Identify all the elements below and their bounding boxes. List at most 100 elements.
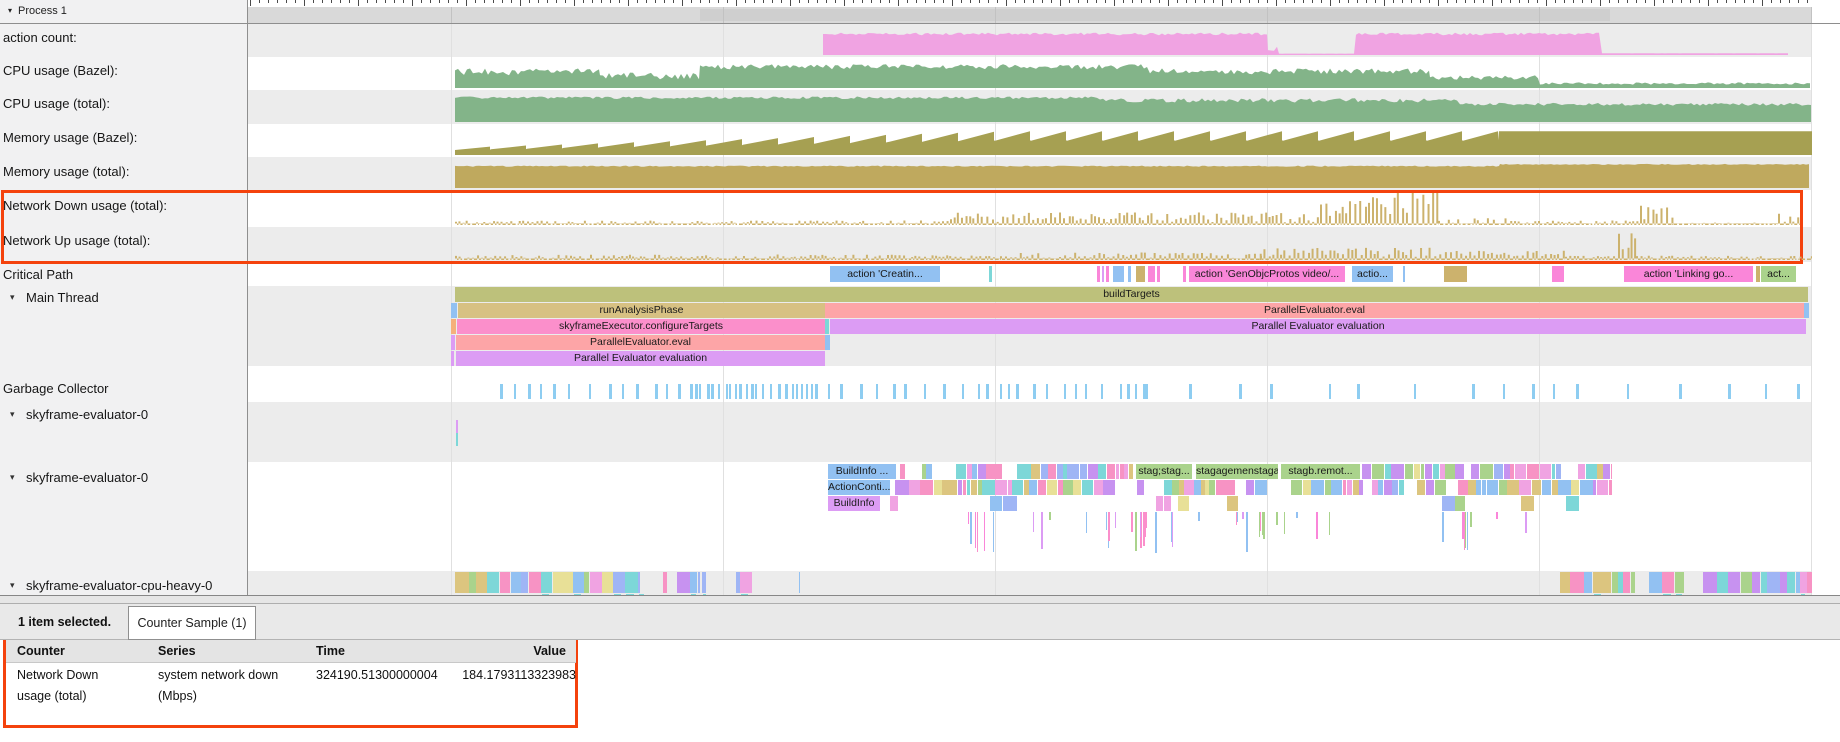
slice[interactable] (1106, 266, 1109, 282)
gc-tick[interactable] (690, 384, 693, 399)
slice[interactable] (1088, 480, 1093, 495)
tab-counter-sample[interactable]: Counter Sample (1) (128, 606, 256, 640)
slice[interactable] (1552, 464, 1555, 479)
slice[interactable] (1405, 464, 1410, 479)
slice[interactable] (1741, 572, 1752, 593)
slice[interactable] (1717, 572, 1727, 593)
slice[interactable] (451, 335, 455, 350)
gc-tick[interactable] (1679, 384, 1682, 399)
slice[interactable] (1804, 303, 1809, 318)
slice[interactable] (890, 496, 898, 511)
gc-tick[interactable] (1414, 384, 1417, 399)
slice[interactable] (1515, 464, 1527, 479)
slice[interactable] (1444, 266, 1467, 282)
gc-tick[interactable] (860, 384, 863, 399)
slice[interactable] (1580, 480, 1593, 495)
slice-parallelevaluator-eval[interactable]: ParallelEvaluator.eval (825, 303, 1804, 318)
slice[interactable] (476, 572, 487, 593)
slice[interactable] (956, 464, 966, 479)
slice[interactable] (1519, 480, 1531, 495)
table-cell-series[interactable]: system network down (Mbps) (158, 665, 292, 707)
gc-tick[interactable] (1127, 384, 1130, 399)
slice[interactable] (1303, 480, 1311, 495)
gc-tick[interactable] (622, 384, 625, 399)
slice[interactable] (469, 572, 476, 593)
slice[interactable] (825, 335, 830, 350)
gc-tick[interactable] (1145, 384, 1148, 399)
slice[interactable] (1179, 480, 1184, 495)
slice-buildinfo[interactable]: BuildInfo (828, 496, 880, 511)
slice-action-creatin[interactable]: action 'Creatin... (830, 266, 940, 282)
slice[interactable] (1359, 480, 1363, 495)
collapse-arrow-icon[interactable]: ▾ (8, 6, 12, 15)
slice[interactable] (1136, 266, 1145, 282)
slice[interactable] (1372, 480, 1377, 495)
slice[interactable] (963, 480, 967, 495)
slice[interactable] (1787, 572, 1795, 593)
gc-tick[interactable] (1033, 384, 1036, 399)
slice[interactable] (1521, 496, 1534, 511)
slice[interactable] (451, 351, 454, 366)
slice[interactable] (560, 572, 572, 593)
slice[interactable] (1403, 266, 1405, 282)
slice[interactable] (573, 572, 584, 593)
slice-action-genobjcprotos-video[interactable]: action 'GenObjcProtos video/... (1189, 266, 1345, 282)
gc-tick[interactable] (1008, 384, 1011, 399)
slice[interactable] (511, 572, 521, 593)
chart-cpu-bazel[interactable] (247, 60, 1812, 88)
gc-tick[interactable] (1503, 384, 1506, 399)
slice[interactable] (1017, 464, 1031, 479)
gc-tick[interactable] (666, 384, 669, 399)
slice[interactable] (978, 464, 986, 479)
slice[interactable] (1343, 480, 1347, 495)
slice[interactable] (1504, 464, 1510, 479)
slice[interactable] (971, 480, 977, 495)
gc-tick[interactable] (792, 384, 795, 399)
gc-tick[interactable] (707, 384, 710, 399)
slice[interactable] (1008, 480, 1012, 495)
gc-tick[interactable] (785, 384, 788, 399)
slice[interactable] (1384, 480, 1392, 495)
gc-tick[interactable] (801, 384, 804, 399)
slice-stag-stag[interactable]: stag;stag... (1136, 464, 1192, 479)
gc-tick[interactable] (1532, 384, 1535, 399)
gc-tick[interactable] (840, 384, 843, 399)
slice[interactable] (1103, 480, 1115, 495)
slice[interactable] (1156, 496, 1164, 511)
slice[interactable] (1047, 480, 1057, 495)
slice[interactable] (1164, 496, 1171, 511)
slice[interactable] (1003, 496, 1017, 511)
chart-mem-bazel[interactable] (247, 127, 1812, 155)
slice[interactable] (1067, 464, 1079, 479)
slice-actionconti[interactable]: ActionConti... (828, 480, 890, 495)
slice[interactable] (926, 464, 932, 479)
slice[interactable] (1780, 572, 1786, 593)
gc-tick[interactable] (943, 384, 946, 399)
slice[interactable] (1552, 480, 1558, 495)
slice[interactable] (1331, 480, 1342, 495)
slice[interactable] (1752, 572, 1760, 593)
slice[interactable] (698, 572, 700, 593)
slice[interactable] (1184, 480, 1193, 495)
slice[interactable] (1164, 480, 1171, 495)
gc-tick[interactable] (815, 384, 818, 399)
table-cell-counter[interactable]: Network Down usage (total) (17, 665, 135, 707)
slice[interactable] (1631, 572, 1635, 593)
slice[interactable] (625, 572, 637, 593)
gc-tick[interactable] (729, 384, 732, 399)
gc-tick[interactable] (746, 384, 749, 399)
slice[interactable] (986, 464, 996, 479)
gc-tick[interactable] (806, 384, 809, 399)
gc-tick[interactable] (1000, 384, 1003, 399)
slice[interactable] (1563, 480, 1571, 495)
gc-tick[interactable] (726, 384, 729, 399)
gc-tick[interactable] (924, 384, 927, 399)
slice-parallel-evaluator-evaluatio[interactable]: Parallel Evaluator evaluation (456, 351, 825, 366)
slice[interactable] (1107, 464, 1115, 479)
slice[interactable] (1113, 266, 1124, 282)
slice[interactable] (584, 572, 589, 593)
gc-tick[interactable] (1016, 384, 1019, 399)
slice[interactable] (1063, 464, 1067, 479)
column-header-time[interactable]: Time (316, 644, 345, 658)
gc-tick[interactable] (962, 384, 965, 399)
